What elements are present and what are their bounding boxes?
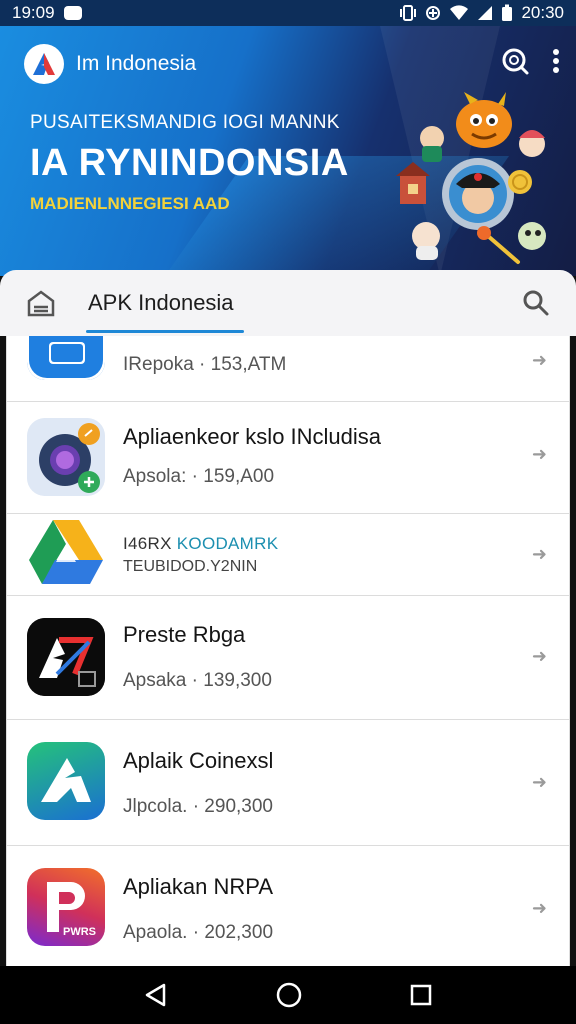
brand[interactable]: Im Indonesia (24, 44, 196, 84)
data-saver-icon (426, 6, 441, 20)
app-icon-label: PWRS (63, 926, 96, 938)
banner-tagline: MADIENLNNEGIESI AAD (30, 194, 230, 213)
battery-icon (502, 4, 513, 21)
app-name: Aplaik Coinexsl (123, 748, 274, 773)
back-icon[interactable] (143, 982, 169, 1008)
system-nav-bar (0, 966, 576, 1024)
list-item[interactable]: IRepoka · 153,ATM ➜ (7, 336, 569, 402)
arrow-right-icon: ➜ (531, 898, 547, 918)
brand-logo-icon (24, 44, 64, 84)
app-bar: APK Indonesia (0, 270, 576, 336)
arrow-right-icon: ➜ (531, 350, 547, 370)
notification-icon (63, 6, 82, 20)
mascot-illustration (396, 92, 546, 264)
status-time-right: 20:30 (521, 3, 564, 22)
tab-apk-indonesia[interactable]: APK Indonesia (86, 270, 244, 336)
hero-banner: Im Indonesia PUSAITEKSMANDIG IOGI MANNK … (0, 26, 576, 276)
list-item[interactable]: Apliaenkeor kslo INcludisa Apsola: · 159… (7, 402, 569, 514)
app-name: Preste Rbga (123, 622, 246, 647)
list-item[interactable]: PWRS Apliakan NRPA Apaola. · 202,300 ➜ (7, 846, 569, 966)
media-app-icon: PWRS (27, 868, 105, 946)
app-name: Apliaenkeor kslo INcludisa (123, 424, 382, 449)
app-meta: Jlpcola. · 290,300 (123, 796, 273, 817)
app-meta: Apsaka · 139,300 (123, 670, 272, 691)
app-label-accent: KOODAMRK (176, 534, 279, 553)
folder-app-icon (27, 336, 105, 380)
wifi-icon (450, 5, 469, 21)
list-item[interactable]: I46RX KOODAMRK TEUBIDOD.Y2NIN ➜ (7, 514, 569, 596)
vibrate-icon (400, 5, 417, 21)
arrow-right-icon: ➜ (531, 444, 547, 464)
arrow-right-icon: ➜ (531, 544, 547, 564)
status-time-left: 19:09 (12, 3, 55, 22)
editor-app-icon (27, 618, 105, 696)
store-app-icon (27, 742, 105, 820)
app-name: Apliakan NRPA (123, 874, 273, 899)
drive-app-icon (27, 514, 105, 592)
app-meta: IRepoka · 153,ATM (123, 354, 287, 375)
brand-name: Im Indonesia (76, 52, 197, 75)
search-icon[interactable] (522, 289, 550, 317)
home-nav-icon[interactable] (275, 981, 303, 1009)
app-meta: Apsola: · 159,A00 (123, 466, 275, 487)
signal-icon (478, 6, 493, 20)
list-item[interactable]: Aplaik Coinexsl Jlpcola. · 290,300 ➜ (7, 720, 569, 846)
app-meta: TEUBIDOD.Y2NIN (123, 558, 258, 575)
arrow-right-icon: ➜ (531, 646, 547, 666)
app-meta: Apaola. · 202,300 (123, 922, 274, 943)
list-item[interactable]: Preste Rbga Apsaka · 139,300 ➜ (7, 596, 569, 720)
search-icon[interactable] (500, 46, 530, 76)
banner-headline: IA RYNINDONSIA (30, 142, 349, 184)
appbar-title: APK Indonesia (88, 290, 234, 315)
app-list: IRepoka · 153,ATM ➜ Apliaenkeor kslo INc… (6, 336, 570, 966)
banner-headline-small: PUSAITEKSMANDIG IOGI MANNK (30, 112, 340, 133)
home-icon[interactable] (26, 289, 56, 317)
app-label: I46RX (123, 534, 177, 553)
arrow-right-icon: ➜ (531, 772, 547, 792)
recents-icon[interactable] (409, 983, 433, 1007)
status-bar: 19:09 20:30 (0, 0, 576, 26)
more-options-icon[interactable] (552, 48, 560, 74)
camera-app-icon (27, 418, 105, 496)
